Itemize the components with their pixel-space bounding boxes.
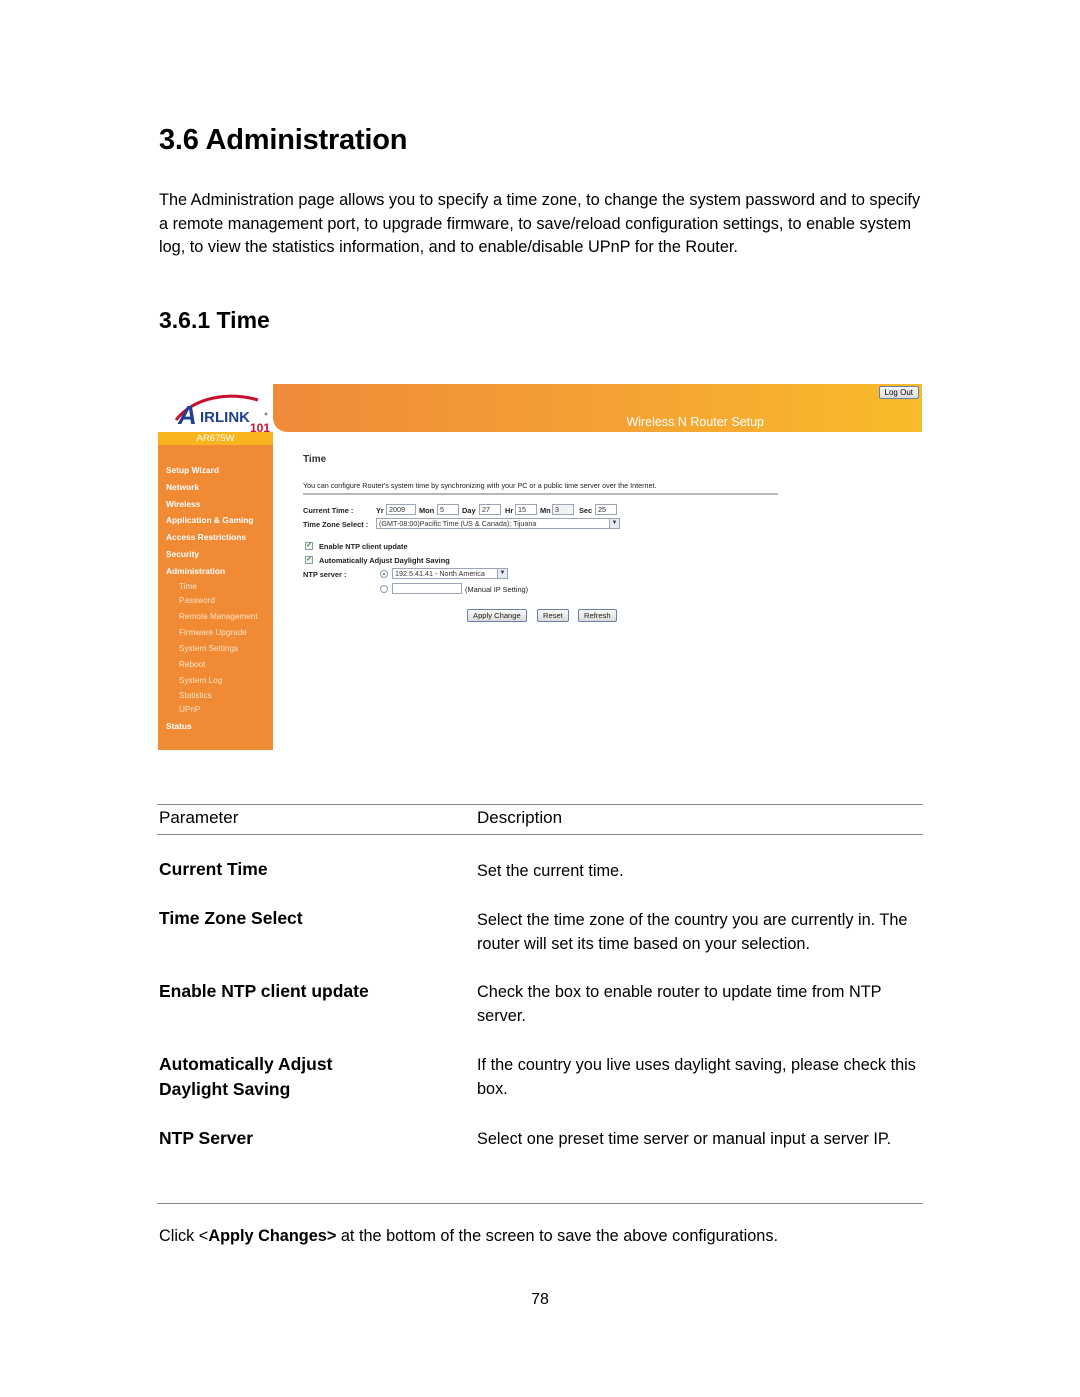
sidebar-item-status[interactable]: Status <box>158 718 273 735</box>
param-name: Automatically Adjust Daylight Saving <box>159 1054 333 1099</box>
table-top-rule <box>157 804 923 805</box>
ntp-manual-hint: (Manual IP Setting) <box>465 585 529 594</box>
param-name: Time Zone Select <box>159 908 303 928</box>
apply-change-button[interactable]: Apply Change <box>467 609 527 622</box>
table-header-rule <box>157 834 923 835</box>
ntp-manual-radio[interactable] <box>380 585 388 593</box>
router-ui-screenshot: A IRLINK 101 AR675W Setup Wizard Network… <box>158 384 922 750</box>
sidebar-item-setup-wizard[interactable]: Setup Wizard <box>158 462 273 479</box>
dst-label: Automatically Adjust Daylight Saving <box>319 556 450 565</box>
param-desc: Set the current time. <box>477 862 624 880</box>
footer-note-prefix: Click < <box>159 1227 209 1245</box>
day-label: Day <box>462 506 476 515</box>
table-bottom-rule <box>157 1203 923 1204</box>
table-header-parameter: Parameter <box>159 808 239 827</box>
airlink-logo: A IRLINK 101 <box>174 394 270 432</box>
time-settings-panel: Time You can configure Router's system t… <box>303 454 783 622</box>
intro-paragraph: The Administration page allows you to sp… <box>159 191 921 256</box>
footer-note-suffix: at the bottom of the screen to save the … <box>336 1227 779 1245</box>
sidebar-subitem-firmware-upgrade[interactable]: Firmware Upgrade <box>158 625 273 641</box>
ntp-manual-row: (Manual IP Setting) <box>303 583 783 597</box>
ntp-server-row: NTP server : 192.5.41.41 - North America… <box>303 568 783 582</box>
sidebar-item-access-restrictions[interactable]: Access Restrictions <box>158 529 273 546</box>
divider <box>303 493 778 495</box>
dst-checkbox[interactable]: ✓ <box>305 556 313 564</box>
sidebar-subitem-remote-management[interactable]: Remote Management <box>158 609 273 625</box>
footer-note: Click <Apply Changes> at the bottom of t… <box>159 1227 778 1246</box>
ntp-enable-label: Enable NTP client update <box>319 542 408 551</box>
sidebar-subitem-system-log[interactable]: System Log <box>158 673 273 689</box>
chevron-down-icon[interactable]: ▼ <box>609 519 619 528</box>
param-desc: Check the box to enable router to update… <box>477 983 882 1025</box>
month-input[interactable]: 5 <box>437 504 459 515</box>
header-banner: Log Out Wireless N Router Setup <box>273 384 922 432</box>
logout-button[interactable]: Log Out <box>878 386 919 399</box>
ntp-enable-row: ✓ Enable NTP client update <box>303 541 783 553</box>
minute-input[interactable]: 3 <box>552 504 574 515</box>
section-heading: 3.6 Administration <box>159 124 408 156</box>
hour-label: Hr <box>505 506 514 515</box>
svg-text:A: A <box>177 400 197 430</box>
current-time-row: Current Time : Yr 2009 Mon 5 Day 27 Hr 1… <box>303 504 783 518</box>
sidebar-subitem-upnp[interactable]: UPnP <box>158 702 273 718</box>
time-zone-value: (GMT-08:00)Pacific Time (US & Canada); T… <box>379 519 537 528</box>
minute-label: Mn <box>540 506 551 515</box>
dst-row: ✓ Automatically Adjust Daylight Saving <box>303 555 783 567</box>
sidebar-subitem-time[interactable]: Time <box>158 580 273 593</box>
subsection-heading: 3.6.1 Time <box>159 307 270 333</box>
sidebar-subitem-password[interactable]: Password <box>158 593 273 609</box>
second-label: Sec <box>579 506 593 515</box>
time-zone-row: Time Zone Select : (GMT-08:00)Pacific Ti… <box>303 518 783 532</box>
ntp-preset-value: 192.5.41.41 - North America <box>395 569 485 578</box>
footer-note-bold: Apply Changes> <box>208 1227 337 1245</box>
current-time-label: Current Time : <box>303 506 354 515</box>
svg-text:101: 101 <box>250 421 270 432</box>
ntp-server-label: NTP server : <box>303 570 347 579</box>
sidebar-subitem-statistics[interactable]: Statistics <box>158 689 273 702</box>
sidebar: Setup Wizard Network Wireless Applicatio… <box>158 445 273 750</box>
banner-title: Wireless N Router Setup <box>626 415 764 429</box>
logo-area: A IRLINK 101 <box>158 384 273 432</box>
day-input[interactable]: 27 <box>479 504 501 515</box>
sidebar-subitem-reboot[interactable]: Reboot <box>158 657 273 673</box>
ntp-enable-checkbox[interactable]: ✓ <box>305 542 313 550</box>
time-zone-select[interactable]: (GMT-08:00)Pacific Time (US & Canada); T… <box>376 518 620 529</box>
page-number: 78 <box>531 1291 549 1308</box>
table-header-description: Description <box>477 808 563 827</box>
year-label: Yr <box>376 506 384 515</box>
sidebar-item-network[interactable]: Network <box>158 479 273 496</box>
month-label: Mon <box>419 506 435 515</box>
year-input[interactable]: 2009 <box>386 504 416 515</box>
sidebar-item-administration[interactable]: Administration <box>158 563 273 580</box>
reset-button[interactable]: Reset <box>537 609 569 622</box>
time-zone-label: Time Zone Select : <box>303 520 369 529</box>
hour-input[interactable]: 15 <box>515 504 537 515</box>
ntp-preset-select[interactable]: 192.5.41.41 - North America ▼ <box>392 568 508 579</box>
param-name: Current Time <box>159 859 268 879</box>
refresh-button[interactable]: Refresh <box>578 609 617 622</box>
ntp-manual-input[interactable] <box>392 583 462 594</box>
second-input[interactable]: 25 <box>595 504 617 515</box>
sidebar-item-wireless[interactable]: Wireless <box>158 496 273 513</box>
chevron-down-icon[interactable]: ▼ <box>497 569 507 578</box>
param-name: NTP Server <box>159 1128 254 1148</box>
param-desc: If the country you live uses daylight sa… <box>477 1056 916 1098</box>
panel-description: You can configure Router's system time b… <box>303 481 657 490</box>
svg-text:IRLINK: IRLINK <box>200 409 250 426</box>
param-name: Enable NTP client update <box>159 981 369 1001</box>
panel-title: Time <box>303 454 327 465</box>
sidebar-item-security[interactable]: Security <box>158 546 273 563</box>
sidebar-subitem-system-settings[interactable]: System Settings <box>158 641 273 657</box>
sidebar-item-application-gaming[interactable]: Application & Gaming <box>158 512 273 529</box>
model-label: AR675W <box>158 432 273 445</box>
param-desc: Select one preset time server or manual … <box>477 1130 892 1148</box>
param-desc: Select the time zone of the country you … <box>477 911 908 953</box>
ntp-preset-radio[interactable] <box>380 570 388 578</box>
